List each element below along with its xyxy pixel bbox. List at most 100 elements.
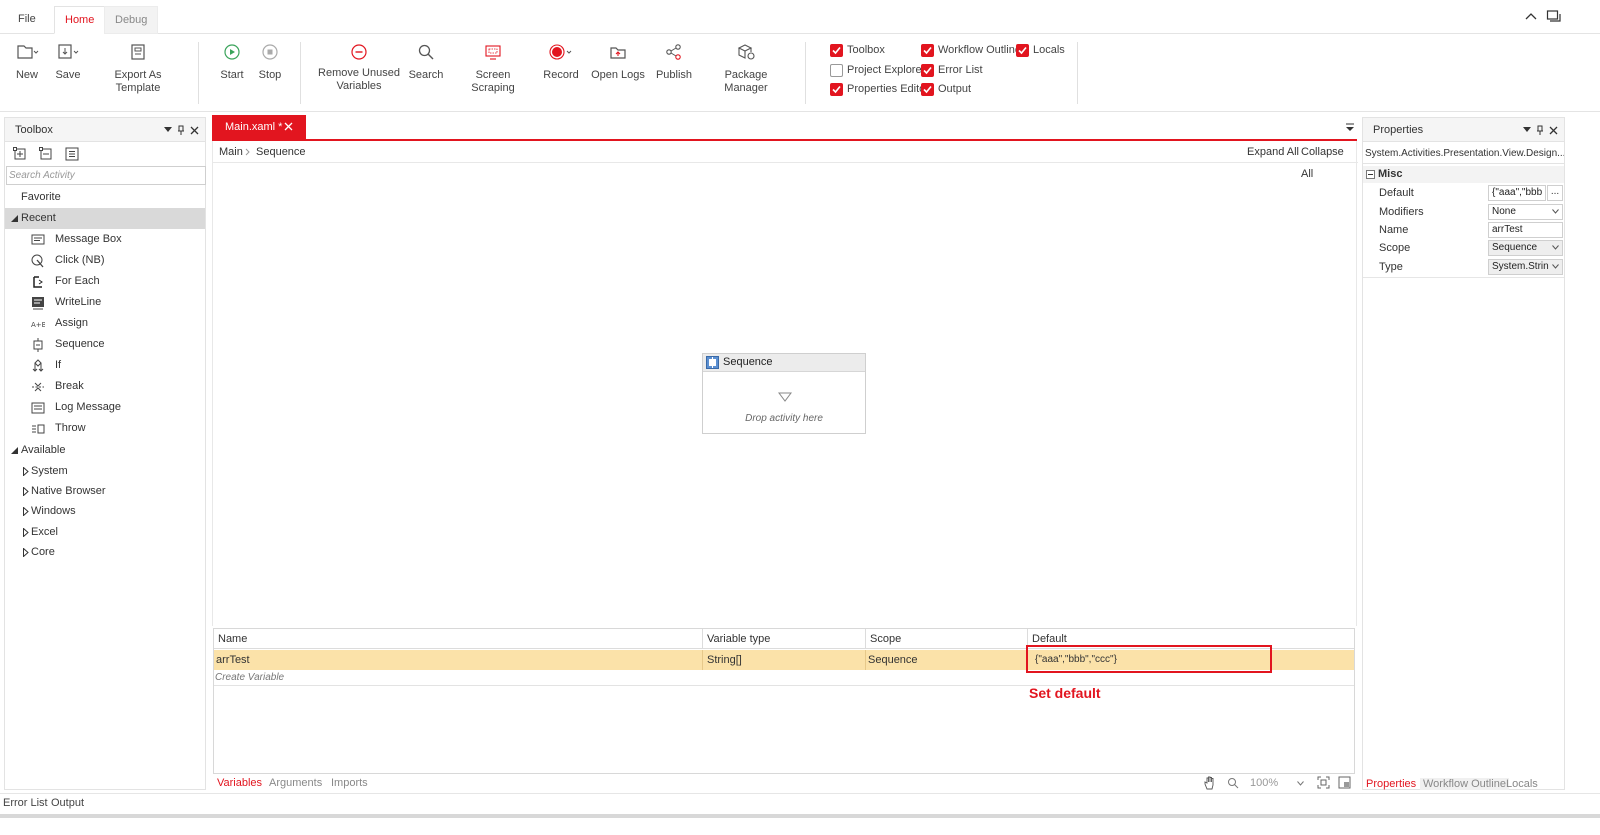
- tab-workflow-outline[interactable]: Workflow Outline: [1420, 778, 1509, 790]
- collapse-all-icon[interactable]: [39, 147, 53, 161]
- toggle-error-list[interactable]: Error List: [921, 62, 983, 78]
- tab-imports[interactable]: Imports: [331, 777, 368, 789]
- collapse-ribbon-icon[interactable]: [1524, 10, 1538, 24]
- search-button[interactable]: Search: [406, 40, 446, 82]
- start-button[interactable]: Start: [216, 40, 248, 82]
- package-manager-button[interactable]: Package Manager: [702, 40, 790, 95]
- toggle-properties-editor[interactable]: Properties Editor: [830, 81, 929, 97]
- toggle-workflow-outline[interactable]: Workflow Outline: [921, 42, 1021, 58]
- close-icon[interactable]: [190, 126, 199, 135]
- record-icon: [540, 40, 582, 64]
- list-view-icon[interactable]: [65, 147, 79, 161]
- zoom-dropdown-icon[interactable]: [1297, 781, 1304, 786]
- column-header-variable-type[interactable]: Variable type: [703, 629, 866, 649]
- tab-file[interactable]: File: [8, 6, 46, 34]
- activity-writeline[interactable]: WriteLine: [5, 292, 205, 313]
- dropdown-icon[interactable]: [1523, 127, 1531, 133]
- collapsed-triangle-icon: [23, 487, 29, 496]
- property-default-value[interactable]: {"aaa","bbb: [1488, 185, 1546, 201]
- breadcrumb-sequence[interactable]: Sequence: [256, 141, 306, 163]
- toggle-toolbox[interactable]: Toolbox: [830, 42, 885, 58]
- collapsed-triangle-icon: [23, 467, 29, 476]
- record-button[interactable]: Record: [540, 40, 582, 82]
- tab-error-list[interactable]: Error List: [3, 797, 48, 809]
- tab-home[interactable]: Home: [54, 6, 106, 34]
- property-modifiers: Modifiers None: [1363, 203, 1564, 221]
- log-message-icon: [31, 401, 45, 415]
- sequence-header[interactable]: Sequence: [703, 354, 865, 372]
- activity-if[interactable]: If: [5, 355, 205, 376]
- tab-overflow-icon[interactable]: [1345, 122, 1355, 132]
- stop-button[interactable]: Stop: [255, 40, 285, 82]
- zoom-search-icon[interactable]: [1227, 777, 1239, 789]
- selected-type-name: System.Activities.Presentation.View.Desi…: [1363, 144, 1564, 164]
- expand-all-icon[interactable]: [13, 147, 27, 161]
- activity-message-box[interactable]: Message Box: [5, 229, 205, 250]
- column-header-scope[interactable]: Scope: [866, 629, 1028, 649]
- tab-locals[interactable]: Locals: [1506, 778, 1538, 790]
- ellipsis-button[interactable]: ...: [1547, 185, 1563, 201]
- publish-button[interactable]: Publish: [654, 40, 694, 82]
- chevron-down-icon[interactable]: [1552, 209, 1559, 214]
- create-variable-row[interactable]: Create Variable: [215, 671, 284, 685]
- tree-native-browser[interactable]: Native Browser: [5, 481, 205, 502]
- expand-all-link[interactable]: Expand All: [1247, 141, 1299, 163]
- tree-recent[interactable]: Recent: [5, 208, 205, 229]
- new-button[interactable]: New: [10, 40, 44, 82]
- tree-available[interactable]: Available: [5, 440, 205, 461]
- chat-icon[interactable]: [1546, 9, 1562, 25]
- activity-break[interactable]: Break: [5, 376, 205, 397]
- tab-output[interactable]: Output: [51, 797, 84, 809]
- dropdown-icon[interactable]: [164, 127, 172, 133]
- tree-core[interactable]: Core: [5, 542, 205, 563]
- tree-windows[interactable]: Windows: [5, 501, 205, 522]
- toggle-project-explorer[interactable]: Project Explorer: [830, 62, 925, 78]
- collapsed-triangle-icon: [23, 548, 29, 557]
- tree-excel[interactable]: Excel: [5, 522, 205, 543]
- chevron-down-icon[interactable]: [1552, 264, 1559, 269]
- pin-icon[interactable]: [1536, 125, 1544, 135]
- remove-unused-variables-button[interactable]: Remove Unused Variables: [318, 40, 400, 93]
- toggle-locals[interactable]: Locals: [1016, 42, 1065, 58]
- close-tab-icon[interactable]: [284, 122, 293, 131]
- fit-to-screen-icon[interactable]: [1317, 776, 1330, 789]
- activity-throw[interactable]: Throw: [5, 418, 205, 439]
- overview-map-icon[interactable]: [1338, 776, 1351, 789]
- activity-sequence[interactable]: Sequence: [5, 334, 205, 355]
- screen-scraping-button[interactable]: Screen Scraping: [454, 40, 532, 95]
- activity-click[interactable]: Click (NB): [5, 250, 205, 271]
- variable-type-cell[interactable]: String[]: [703, 650, 866, 670]
- property-name-value[interactable]: arrTest: [1488, 222, 1563, 238]
- tab-properties[interactable]: Properties: [1366, 778, 1416, 790]
- export-template-button[interactable]: Export As Template: [92, 40, 184, 95]
- activity-for-each[interactable]: For Each: [5, 271, 205, 292]
- play-icon: [216, 40, 248, 64]
- open-logs-button[interactable]: Open Logs: [590, 40, 646, 82]
- zoom-level[interactable]: 100%: [1250, 777, 1278, 789]
- close-icon[interactable]: [1549, 126, 1558, 135]
- breadcrumb-main[interactable]: Main: [219, 141, 243, 163]
- tab-arguments[interactable]: Arguments: [269, 777, 322, 789]
- document-tab-main[interactable]: Main.xaml *: [212, 115, 306, 139]
- variable-name-cell[interactable]: arrTest: [214, 650, 703, 670]
- tree-favorite[interactable]: Favorite: [5, 187, 205, 208]
- column-header-name[interactable]: Name: [214, 629, 703, 649]
- tab-variables[interactable]: Variables: [217, 777, 262, 789]
- save-button[interactable]: Save: [52, 40, 84, 82]
- property-scope: Scope Sequence: [1363, 239, 1564, 257]
- pan-hand-icon[interactable]: [1203, 776, 1217, 790]
- variable-scope-cell[interactable]: Sequence: [866, 650, 1028, 670]
- tab-debug[interactable]: Debug: [104, 6, 159, 34]
- toggle-output[interactable]: Output: [921, 81, 971, 97]
- category-misc[interactable]: Misc: [1363, 166, 1564, 183]
- activity-assign[interactable]: A+B Assign: [5, 313, 205, 334]
- collapse-all-link[interactable]: Collapse All: [1301, 141, 1358, 185]
- property-default: Default {"aaa","bbb ...: [1363, 184, 1564, 202]
- chevron-down-icon[interactable]: [1552, 245, 1559, 250]
- search-activity-input[interactable]: Search Activity: [6, 166, 206, 185]
- activity-log-message[interactable]: Log Message: [5, 397, 205, 418]
- tree-system[interactable]: System: [5, 461, 205, 482]
- pin-icon[interactable]: [177, 125, 185, 135]
- sequence-activity[interactable]: Sequence Drop activity here: [702, 353, 866, 434]
- collapse-box-icon[interactable]: [1366, 170, 1375, 179]
